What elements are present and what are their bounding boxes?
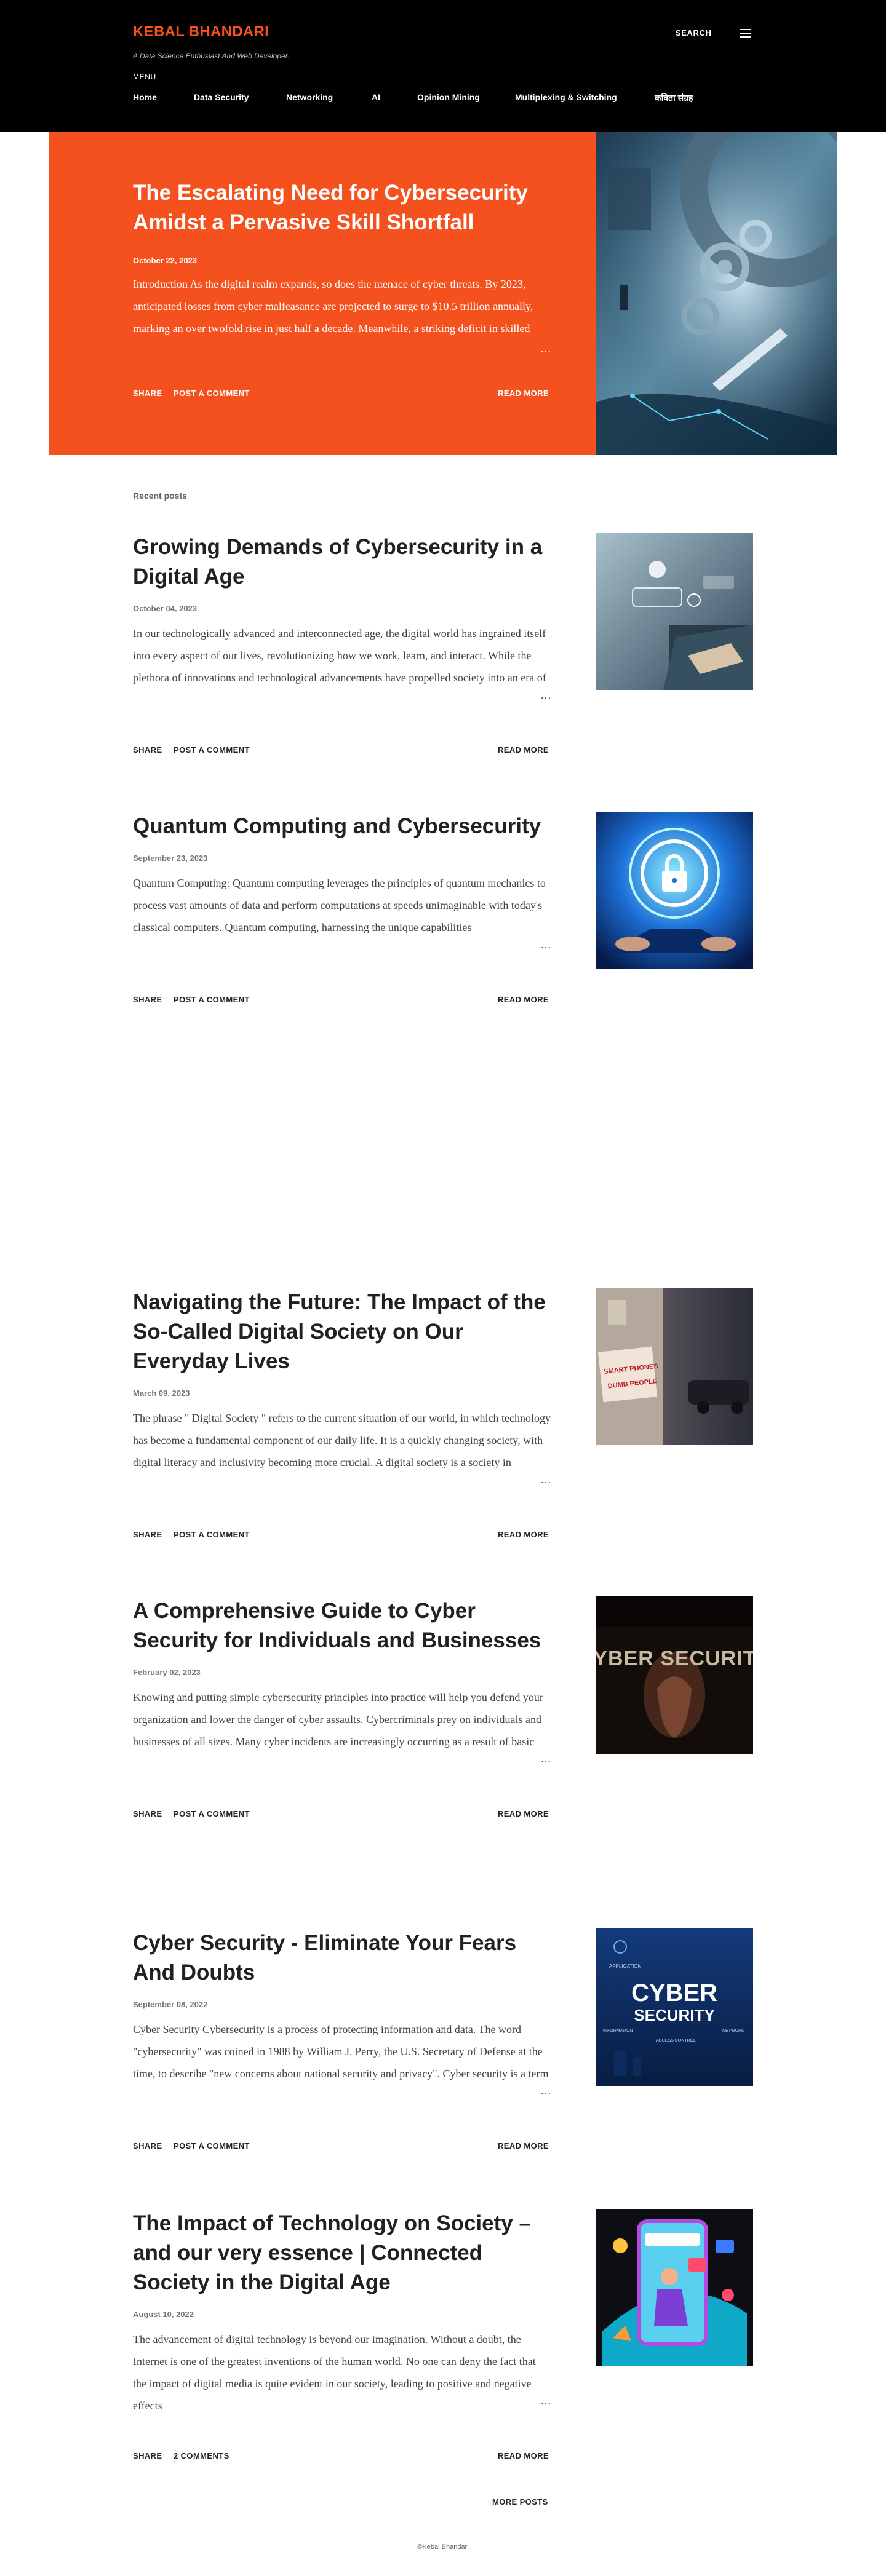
svg-text:CYBER SECURITY: CYBER SECURITY	[596, 1647, 753, 1670]
post-thumbnail[interactable]: APPLICATION CYBER SECURITY INFORMATION A…	[596, 1928, 753, 2086]
post-date: August 10, 2022	[133, 2310, 194, 2319]
read-more-link[interactable]: READ MORE	[498, 995, 549, 1004]
post-date: September 23, 2023	[133, 854, 208, 863]
comment-link[interactable]: 2 COMMENTS	[174, 2451, 229, 2460]
share-button[interactable]: SHARE	[133, 2141, 162, 2150]
post-card: A Comprehensive Guide to Cyber Security …	[133, 1596, 753, 1830]
post-thumbnail[interactable]: CYBER SECURITY	[596, 1596, 753, 1754]
read-more-link[interactable]: READ MORE	[498, 1530, 549, 1539]
nav-item-ai[interactable]: AI	[372, 92, 380, 102]
hamburger-menu-icon[interactable]	[740, 28, 751, 38]
footer-credit: ©Kebal Bhandari	[417, 2543, 469, 2551]
post-title[interactable]: Cyber Security - Eliminate Your Fears An…	[133, 1928, 551, 1987]
svg-text:SECURITY: SECURITY	[634, 2006, 714, 2024]
post-title[interactable]: A Comprehensive Guide to Cyber Security …	[133, 1596, 551, 1655]
post-ellipsis: …	[535, 2085, 551, 2098]
read-more-link[interactable]: READ MORE	[498, 2451, 549, 2460]
post-title[interactable]: Quantum Computing and Cybersecurity	[133, 812, 551, 841]
featured-post-ellipsis: …	[535, 342, 551, 355]
post-actions: SHARE POST A COMMENT READ MORE	[133, 745, 549, 756]
post-title[interactable]: The Impact of Technology on Society – an…	[133, 2209, 551, 2297]
featured-read-more-link[interactable]: READ MORE	[498, 389, 549, 398]
blog-description: A Data Science Enthusiast And Web Develo…	[133, 52, 290, 60]
post-snippet: In our technologically advanced and inte…	[133, 627, 546, 684]
post-snippet: The advancement of digital technology is…	[133, 2333, 536, 2412]
post-actions: SHARE 2 COMMENTS READ MORE	[133, 2451, 549, 2462]
post-snippet: Cyber Security Cybersecurity is a proces…	[133, 2023, 549, 2080]
post-thumbnail[interactable]	[596, 533, 753, 690]
svg-text:INFORMATION: INFORMATION	[603, 2029, 633, 2033]
nav-item-networking[interactable]: Networking	[286, 92, 333, 102]
post-ellipsis: …	[535, 2395, 551, 2408]
share-button[interactable]: SHARE	[133, 995, 162, 1004]
post-snippet: The phrase " Digital Society " refers to…	[133, 1412, 551, 1468]
comment-link[interactable]: POST A COMMENT	[174, 1809, 250, 1818]
svg-text:ACCESS CONTROL: ACCESS CONTROL	[656, 2039, 696, 2043]
post-thumbnail[interactable]	[596, 812, 753, 969]
post-card: Quantum Computing and Cybersecurity Sept…	[133, 812, 753, 1009]
featured-post-image[interactable]	[596, 132, 837, 455]
post-card: Navigating the Future: The Impact of the…	[133, 1288, 753, 1546]
featured-post-title[interactable]: The Escalating Need for Cybersecurity Am…	[133, 178, 551, 237]
featured-comment-link[interactable]: POST A COMMENT	[174, 389, 250, 398]
comment-link[interactable]: POST A COMMENT	[174, 2141, 250, 2150]
read-more-link[interactable]: READ MORE	[498, 745, 549, 755]
nav-item-home[interactable]: Home	[133, 92, 157, 102]
post-snippet: Knowing and putting simple cybersecurity…	[133, 1691, 543, 1748]
post-ellipsis: …	[535, 1753, 551, 1766]
site-header: KEBAL BHANDARI A Data Science Enthusiast…	[0, 0, 886, 132]
share-button[interactable]: SHARE	[133, 1530, 162, 1539]
post-actions: SHARE POST A COMMENT READ MORE	[133, 2141, 549, 2152]
comment-link[interactable]: POST A COMMENT	[174, 995, 250, 1004]
comment-link[interactable]: POST A COMMENT	[174, 1530, 250, 1539]
post-card: Cyber Security - Eliminate Your Fears An…	[133, 1928, 753, 2162]
post-date: March 09, 2023	[133, 1389, 190, 1398]
post-date: February 02, 2023	[133, 1668, 201, 1677]
svg-text:NETWORK: NETWORK	[722, 2029, 744, 2033]
blog-title-link[interactable]: KEBAL BHANDARI	[133, 23, 269, 41]
post-ellipsis: …	[535, 938, 551, 951]
recent-posts-heading: Recent posts	[133, 491, 187, 501]
read-more-link[interactable]: READ MORE	[498, 2141, 549, 2150]
post-title[interactable]: Navigating the Future: The Impact of the…	[133, 1288, 551, 1376]
share-button[interactable]: SHARE	[133, 745, 162, 755]
post-date: October 04, 2023	[133, 604, 198, 613]
post-thumbnail[interactable]: SMART PHONES DUMB PEOPLE	[596, 1288, 753, 1445]
nav-item-kavita-sangrah[interactable]: कविता संग्रह	[655, 92, 693, 104]
post-card: Growing Demands of Cybersecurity in a Di…	[133, 533, 753, 766]
read-more-link[interactable]: READ MORE	[498, 1809, 549, 1818]
more-posts-link[interactable]: MORE POSTS	[492, 2497, 548, 2507]
menu-toggle[interactable]: MENU	[133, 73, 156, 81]
post-actions: SHARE POST A COMMENT READ MORE	[133, 1809, 549, 1820]
share-button[interactable]: SHARE	[133, 1809, 162, 1818]
share-button[interactable]: SHARE	[133, 2451, 162, 2460]
post-title[interactable]: Growing Demands of Cybersecurity in a Di…	[133, 533, 551, 592]
post-actions: SHARE POST A COMMENT READ MORE	[133, 995, 549, 1006]
nav-item-multiplexing-switching[interactable]: Multiplexing & Switching	[515, 92, 617, 102]
post-ellipsis: …	[535, 689, 551, 702]
post-snippet: Quantum Computing: Quantum computing lev…	[133, 877, 546, 933]
svg-text:APPLICATION: APPLICATION	[609, 1964, 642, 1969]
post-actions: SHARE POST A COMMENT READ MORE	[133, 1530, 549, 1541]
search-button[interactable]: SEARCH	[676, 28, 712, 38]
nav-item-opinion-mining[interactable]: Opinion Mining	[417, 92, 480, 102]
post-date: September 08, 2022	[133, 2000, 208, 2009]
featured-post-snippet: Introduction As the digital realm expand…	[133, 278, 533, 335]
svg-text:CYBER: CYBER	[631, 1980, 717, 2007]
featured-share-button[interactable]: SHARE	[133, 389, 162, 398]
nav-item-data-security[interactable]: Data Security	[194, 92, 249, 102]
post-ellipsis: …	[535, 1473, 551, 1486]
post-card: The Impact of Technology on Society – an…	[133, 2209, 753, 2467]
comment-link[interactable]: POST A COMMENT	[174, 745, 250, 755]
post-thumbnail[interactable]	[596, 2209, 753, 2366]
featured-post-date: October 22, 2023	[133, 256, 198, 265]
